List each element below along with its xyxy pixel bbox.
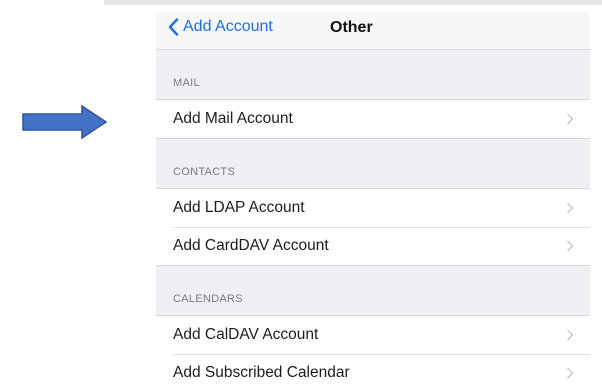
chevron-right-icon bbox=[567, 329, 574, 341]
section-header-calendars: CALENDARS bbox=[173, 293, 243, 305]
add-mail-account-row[interactable]: Add Mail Account bbox=[156, 100, 590, 138]
chevron-right-icon bbox=[567, 113, 574, 125]
page-title: Other bbox=[330, 19, 373, 36]
navigation-bar: Add Account Other bbox=[156, 12, 590, 50]
chevron-right-icon bbox=[567, 367, 574, 379]
settings-screen: Add Account Other MAIL Add Mail Account … bbox=[156, 12, 590, 388]
chevron-right-icon bbox=[567, 202, 574, 214]
mail-group: Add Mail Account bbox=[156, 99, 590, 139]
row-label: Add LDAP Account bbox=[173, 199, 305, 216]
row-label: Add Mail Account bbox=[173, 110, 293, 127]
right-arrow-icon bbox=[22, 104, 108, 140]
calendars-group: Add CalDAV Account Add Subscribed Calend… bbox=[156, 315, 590, 388]
row-label: Add Subscribed Calendar bbox=[173, 364, 350, 381]
back-button[interactable]: Add Account bbox=[168, 18, 273, 36]
chevron-left-icon bbox=[168, 18, 179, 36]
back-button-label: Add Account bbox=[183, 18, 273, 35]
contacts-group: Add LDAP Account Add CardDAV Account bbox=[156, 188, 590, 266]
chevron-right-icon bbox=[567, 240, 574, 252]
section-header-mail: MAIL bbox=[173, 77, 200, 89]
add-ldap-account-row[interactable]: Add LDAP Account bbox=[156, 189, 590, 227]
add-caldav-account-row[interactable]: Add CalDAV Account bbox=[156, 316, 590, 354]
add-carddav-account-row[interactable]: Add CardDAV Account bbox=[156, 227, 590, 265]
add-subscribed-calendar-row[interactable]: Add Subscribed Calendar bbox=[156, 354, 590, 388]
row-label: Add CardDAV Account bbox=[173, 237, 329, 254]
row-label: Add CalDAV Account bbox=[173, 326, 319, 343]
top-strip bbox=[104, 0, 602, 5]
section-header-contacts: CONTACTS bbox=[173, 166, 236, 178]
